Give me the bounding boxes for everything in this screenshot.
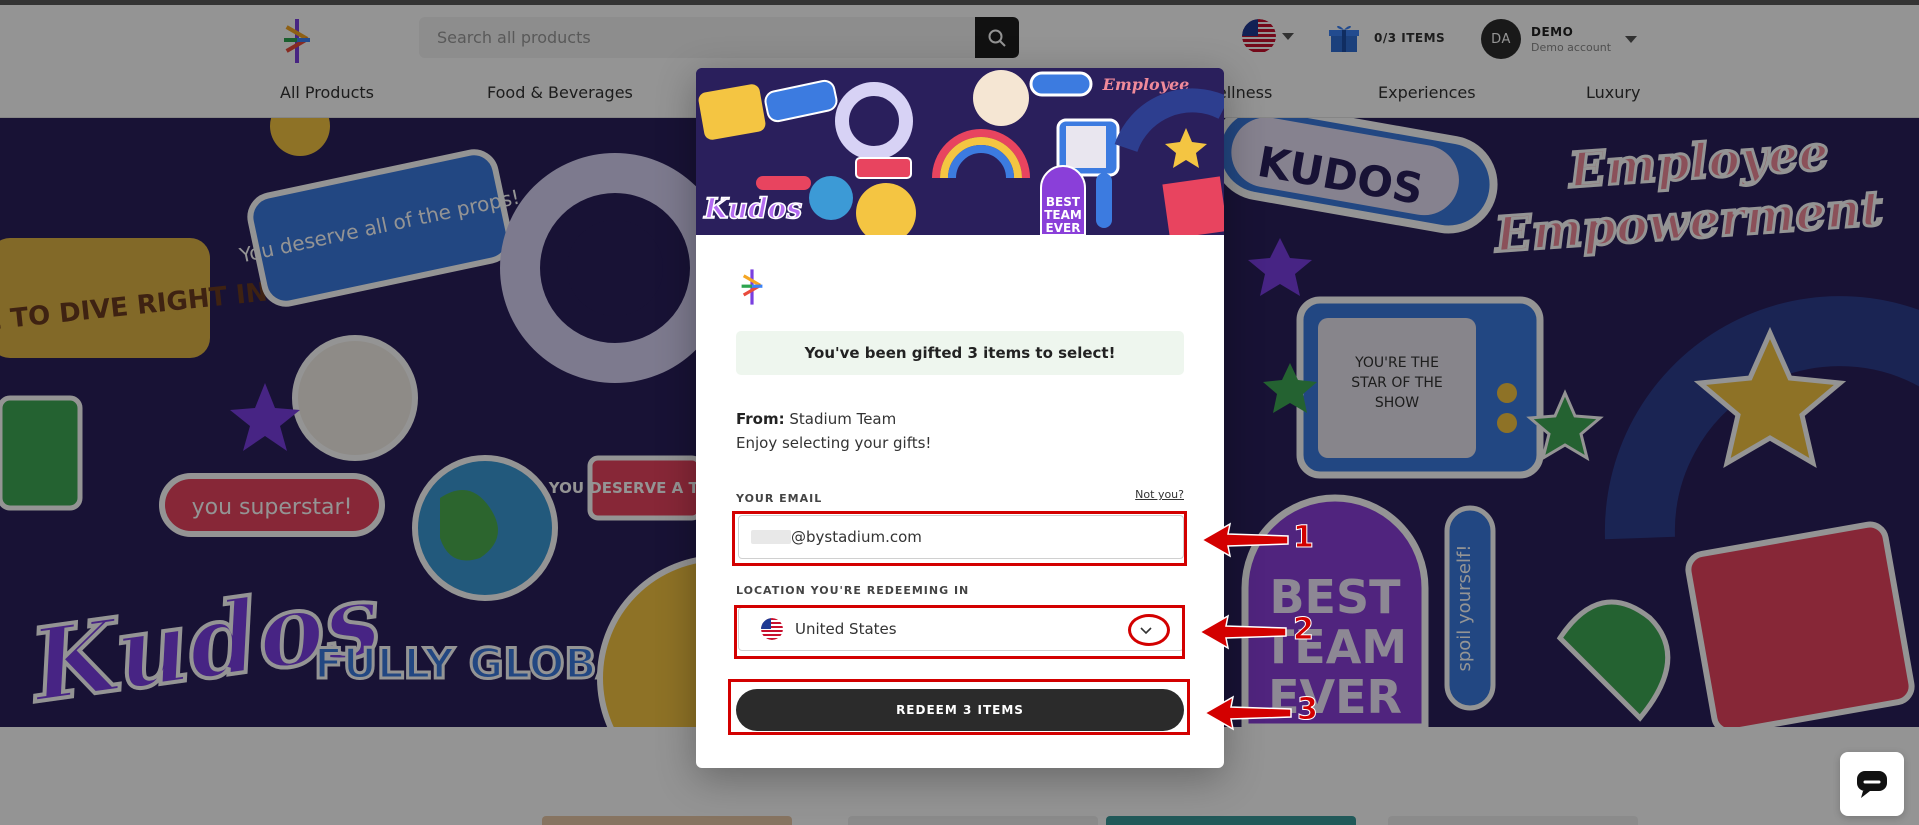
- chat-icon: [1857, 771, 1887, 798]
- annotation-box-location: [734, 605, 1185, 659]
- modal-banner-image: Employee Kudos BEST TEAM EVER: [696, 68, 1224, 235]
- email-label: YOUR EMAIL: [736, 492, 823, 505]
- from-label: From:: [736, 410, 785, 428]
- location-label: LOCATION YOU'RE REDEEMING IN: [736, 584, 970, 597]
- annotation-circle-dropdown: [1128, 614, 1170, 646]
- annotation-number-1: 1: [1293, 520, 1315, 556]
- gift-message: You've been gifted 3 items to select!: [736, 331, 1184, 375]
- annotation-number-3: 3: [1297, 692, 1319, 728]
- annotation-arrow-icon: [1203, 695, 1292, 731]
- sender-line: From: Stadium Team: [736, 410, 896, 428]
- from-value: Stadium Team: [789, 410, 897, 428]
- annotation-box-email: [732, 511, 1187, 566]
- annotation-number-2: 2: [1293, 612, 1315, 648]
- annotation-arrow-icon: [1198, 614, 1287, 650]
- svg-text:TEAM: TEAM: [1044, 208, 1082, 222]
- svg-text:BEST: BEST: [1046, 195, 1081, 209]
- annotation-box-redeem: [728, 679, 1190, 735]
- enjoy-text: Enjoy selecting your gifts!: [736, 434, 932, 452]
- not-you-link[interactable]: Not you?: [1135, 488, 1184, 501]
- gift-redeem-modal: Employee Kudos BEST TEAM EVER You've bee…: [696, 68, 1224, 768]
- brand-logo: [741, 269, 763, 305]
- svg-text:EVER: EVER: [1046, 221, 1081, 235]
- svg-text:Kudos: Kudos: [703, 192, 802, 225]
- annotation-arrow-icon: [1200, 522, 1289, 558]
- chat-widget-button[interactable]: [1840, 752, 1904, 816]
